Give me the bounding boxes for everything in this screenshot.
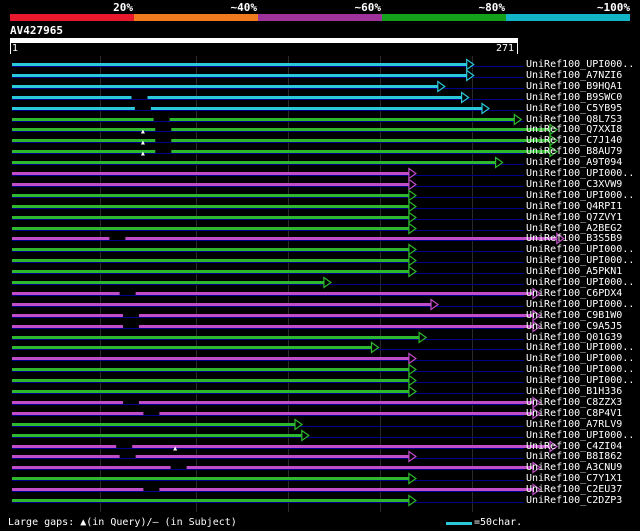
percent-label: ~80% [478, 1, 506, 14]
alignment-arrow [408, 254, 417, 267]
alignment-arrow [408, 450, 417, 463]
alignment-arrow [323, 276, 332, 289]
alignment-arrow [461, 91, 470, 104]
alignment-arrow [301, 429, 310, 442]
alignment-arrow [408, 222, 417, 235]
percent-label: 20% [113, 1, 133, 14]
alignment-arrow [481, 102, 491, 115]
scale-legend-swatch [446, 522, 472, 525]
alignment-arrow [294, 418, 304, 431]
alignment-arrow [408, 211, 417, 224]
alignment-arrow [513, 113, 523, 126]
alignment-arrow [408, 243, 417, 256]
scale-segment [134, 14, 258, 21]
query-ruler [10, 38, 518, 43]
alignment-arrow [408, 352, 417, 365]
alignment-arrow [408, 178, 417, 191]
percent-label: ~40% [230, 1, 258, 14]
percent-label: ~100% [596, 1, 630, 14]
query-id: AV427965 [10, 24, 63, 37]
alignment-arrow [408, 189, 417, 202]
scale-end-label: 271 [496, 43, 515, 54]
alignment-arrow [430, 298, 440, 311]
alignment-arrow [408, 265, 417, 278]
scale-segment [506, 14, 630, 21]
alignment-arrow [408, 374, 417, 387]
alignment-arrow [408, 472, 417, 485]
alignment-arrow [408, 385, 417, 398]
alignment-arrow [408, 167, 417, 180]
alignment-arrow [495, 156, 504, 169]
scale-segment [10, 14, 134, 21]
percent-label: ~60% [354, 1, 382, 14]
hit-label[interactable]: UniRef100_C2DZP3 [526, 495, 622, 507]
alignment-arrow [418, 331, 428, 344]
gaps-legend: Large gaps: ▲(in Query)/– (in Subject) [8, 517, 237, 528]
alignment-arrow [408, 494, 417, 507]
alignment-arrow [408, 200, 417, 213]
alignment-arrow [437, 80, 446, 93]
scale-segment [382, 14, 506, 21]
scale-legend-text: =50char. [474, 517, 523, 528]
alignment-arrow [370, 341, 380, 354]
scale-segment [258, 14, 382, 21]
scale-start-label: 1 [12, 43, 19, 54]
alignment-arrow [408, 363, 417, 376]
